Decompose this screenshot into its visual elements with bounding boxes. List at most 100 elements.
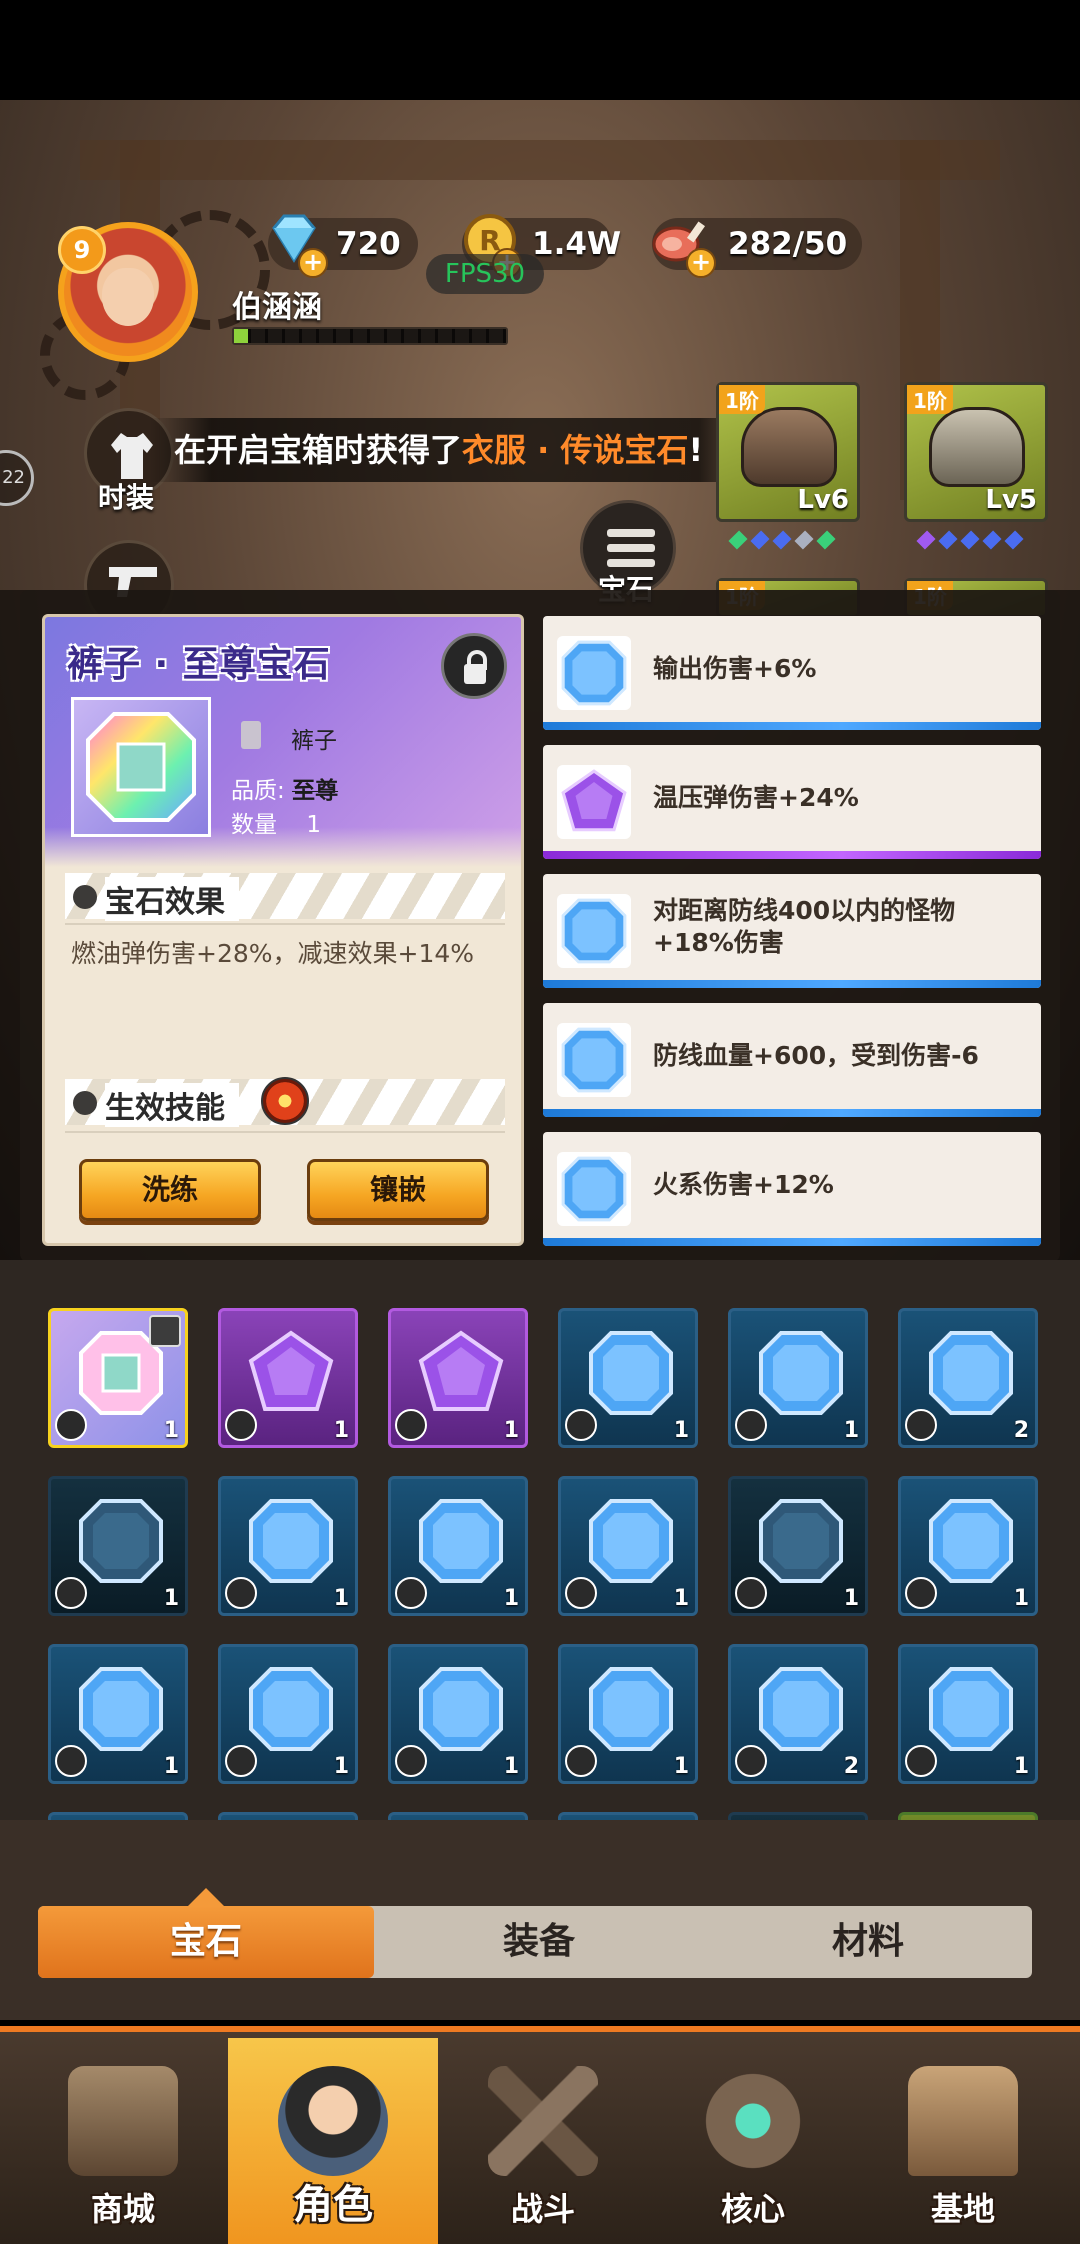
gem-count: 1 <box>843 1586 859 1611</box>
blue-gem-icon <box>249 1499 333 1583</box>
nav-battle[interactable]: 战斗 <box>438 2038 648 2244</box>
player-name: 伯涵涵 <box>232 290 322 325</box>
equipment-part-icon <box>55 1577 87 1609</box>
inventory-tabs: 宝石 装备 材料 <box>38 1906 1032 1978</box>
active-tab-indicator <box>188 1888 224 1906</box>
stamina-value: 282/50 <box>728 226 848 262</box>
gem-effect-item[interactable]: 火系伤害+12% <box>543 1132 1041 1246</box>
inventory-gem-slot[interactable]: 1 <box>388 1308 528 1448</box>
blue-gem-icon <box>759 1667 843 1751</box>
inventory-gem-slot[interactable]: 1 <box>48 1476 188 1616</box>
inventory-gem-slot[interactable]: 1 <box>48 1644 188 1784</box>
diamond-counter[interactable]: + 720 <box>268 214 418 278</box>
inventory-gem-slot[interactable]: 1 <box>558 1644 698 1784</box>
inventory-gem-slot[interactable]: 1 <box>218 1476 358 1616</box>
tab-equipment[interactable]: 装备 <box>374 1906 704 1978</box>
blue-gem-icon <box>79 1667 163 1751</box>
gem-count: 1 <box>503 1754 519 1779</box>
diamond-value: 720 <box>336 226 401 262</box>
gem-count: 1 <box>1013 1754 1029 1779</box>
blue-gem-icon <box>929 1667 1013 1751</box>
nav-shop[interactable]: 商城 <box>18 2038 228 2244</box>
gem-count: 1 <box>1013 1586 1029 1611</box>
nav-battle-label: 战斗 <box>510 2190 575 2228</box>
fire-skill-icon[interactable] <box>261 1077 309 1125</box>
fps-indicator: FPS30 <box>426 254 544 294</box>
stamina-counter[interactable]: + 282/50 <box>652 218 862 278</box>
inventory-gem-slot[interactable]: 2 <box>728 1644 868 1784</box>
inventory-gem-slot[interactable]: 1 <box>48 1308 188 1448</box>
gem-count: 1 <box>333 1586 349 1611</box>
inventory-gem-slot[interactable]: 1 <box>388 1644 528 1784</box>
equipment-part-icon <box>905 1409 937 1441</box>
nav-base-label: 基地 <box>930 2190 995 2228</box>
inventory-gem-slot[interactable]: 1 <box>898 1644 1038 1784</box>
inventory-gem-slot[interactable]: 1 <box>218 1308 358 1448</box>
effect-heading: 宝石效果 <box>105 877 239 921</box>
blue-gem-icon <box>759 1331 843 1415</box>
gem-effect-item[interactable]: 温压弹伤害+24% <box>543 745 1041 859</box>
gem-slot-dot <box>728 530 748 550</box>
nav-core[interactable]: 核心 <box>648 2038 858 2244</box>
effect-text: 燃油弹伤害+28%，减速效果+14% <box>71 939 475 968</box>
nav-shop-label: 商城 <box>90 2190 155 2228</box>
blue-gem-icon <box>589 1667 673 1751</box>
tab-gems[interactable]: 宝石 <box>38 1906 374 1978</box>
inventory-gem-slot[interactable]: 1 <box>558 1308 698 1448</box>
gem-count: 1 <box>333 1418 349 1443</box>
inventory-gem-slot[interactable]: 1 <box>388 1476 528 1616</box>
helmet-icon <box>741 407 837 487</box>
nav-base[interactable]: 基地 <box>858 2038 1068 2244</box>
equipment-level: Lv6 <box>797 485 849 515</box>
nav-character[interactable]: 角色 <box>228 2038 438 2244</box>
gem-effect-text: 温压弹伤害+24% <box>653 783 859 812</box>
lock-icon[interactable] <box>441 633 507 699</box>
gem-slot-dot <box>1004 530 1024 550</box>
inventory-gem-slot[interactable]: 1 <box>728 1308 868 1448</box>
blue-gem-icon <box>419 1499 503 1583</box>
inventory-gem-slot[interactable]: 2 <box>898 1308 1038 1448</box>
gem-count: 1 <box>673 1754 689 1779</box>
gem-effect-item[interactable]: 输出伤害+6% <box>543 616 1041 730</box>
gloves-icon <box>929 407 1025 487</box>
gem-slot-dot <box>982 530 1002 550</box>
gem-effect-item[interactable]: 防线血量+600，受到伤害-6 <box>543 1003 1041 1117</box>
equipment-part-icon <box>905 1577 937 1609</box>
nav-character-label: 角色 <box>293 2182 373 2228</box>
purple-gem-icon <box>248 1330 334 1411</box>
equipment-tier: 1阶 <box>907 385 953 414</box>
gem-quality-row: 品质: 至尊 <box>231 771 338 805</box>
blue-gem-icon <box>557 1152 631 1226</box>
refine-button[interactable]: 洗练 <box>79 1159 261 1221</box>
character-icon <box>278 2066 388 2176</box>
equipment-part-icon <box>905 1745 937 1777</box>
inventory-gem-slot[interactable]: 1 <box>218 1644 358 1784</box>
gem-slot-dot <box>916 530 936 550</box>
purple-gem-icon <box>418 1330 504 1411</box>
inlay-button[interactable]: 镶嵌 <box>307 1159 489 1221</box>
tab-materials[interactable]: 材料 <box>704 1906 1032 1978</box>
gem-count: 1 <box>673 1586 689 1611</box>
blue-gem-icon <box>557 636 631 710</box>
equipment-helmet-card[interactable]: 1阶 Lv6 <box>716 382 860 522</box>
equipment-gloves-gem-slots <box>916 530 1024 550</box>
add-stamina-button[interactable]: + <box>686 248 716 278</box>
gem-count: 2 <box>843 1754 859 1779</box>
blue-gem-icon <box>561 1156 627 1222</box>
fashion-label: 时装 <box>98 481 155 514</box>
skill-heading: 生效技能 <box>105 1083 239 1127</box>
equipment-gloves-card[interactable]: 1阶 Lv5 <box>904 382 1048 522</box>
gem-count: 1 <box>843 1418 859 1443</box>
add-diamond-button[interactable]: + <box>298 248 328 278</box>
equipment-part-icon <box>225 1745 257 1777</box>
inventory-gem-slot[interactable]: 1 <box>558 1476 698 1616</box>
gem-count: 1 <box>163 1418 179 1443</box>
gem-slot-dot <box>960 530 980 550</box>
gem-title: 裤子 · 至尊宝石 <box>67 644 331 685</box>
gem-slot-dot <box>750 530 770 550</box>
lock-icon <box>149 1315 181 1347</box>
base-icon <box>908 2066 1018 2176</box>
inventory-gem-slot[interactable]: 1 <box>898 1476 1038 1616</box>
inventory-gem-slot[interactable]: 1 <box>728 1476 868 1616</box>
gem-effect-item[interactable]: 对距离防线400以内的怪物+18%伤害 <box>543 874 1041 988</box>
